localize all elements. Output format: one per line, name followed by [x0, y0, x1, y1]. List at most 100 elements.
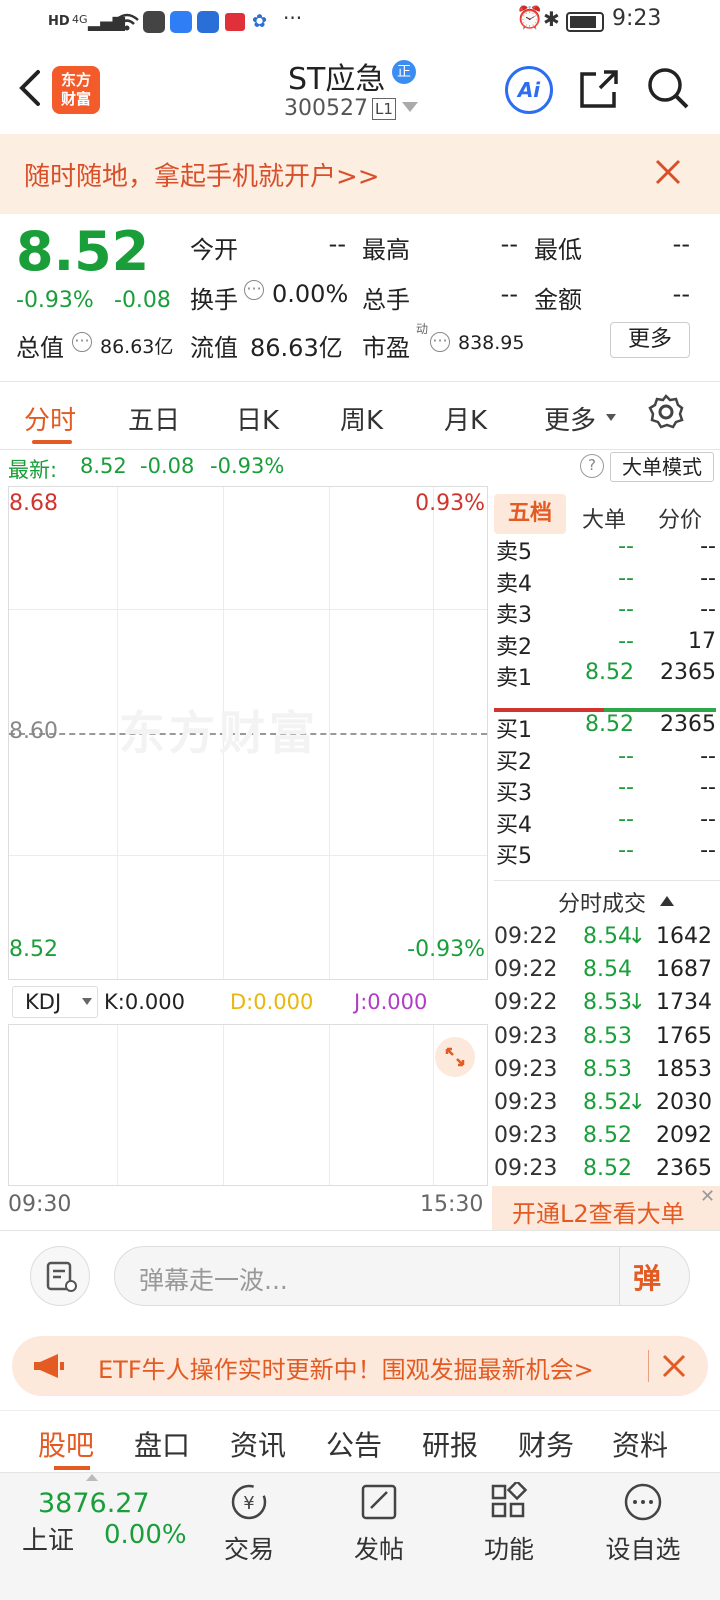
trade-row: 09:23 8.52 ↓ 2030	[494, 1090, 716, 1122]
kdj-k: K:0.000	[104, 990, 185, 1014]
tab-financials[interactable]: 财务	[518, 1424, 574, 1464]
banner-text[interactable]: 随时随地，拿起手机就开户>>	[24, 156, 380, 193]
open-account-banner[interactable]: 随时随地，拿起手机就开户>>	[0, 134, 720, 214]
tab-five-day[interactable]: 五日	[128, 400, 180, 437]
kdj-chart[interactable]	[8, 1024, 488, 1186]
l2-banner[interactable]: 开通L2查看大单 ✕	[492, 1186, 720, 1230]
battery-icon	[566, 12, 604, 32]
ask-label: 卖4	[496, 571, 532, 597]
promo-banner[interactable]: ETF牛人操作实时更新中！围观发掘最新机会>	[12, 1336, 708, 1396]
tab-profile[interactable]: 资料	[612, 1424, 668, 1464]
active-tab-indicator	[32, 440, 72, 444]
more-circle-icon	[624, 1483, 662, 1521]
level-dropdown-icon[interactable]	[402, 102, 418, 112]
add-watchlist-label[interactable]: 设自选	[598, 1530, 688, 1566]
ask-row: 卖1 8.52 2365	[496, 660, 716, 691]
back-icon[interactable]	[14, 68, 44, 108]
trade-row: 09:22 8.53 ↓ 1734	[494, 990, 716, 1022]
index-value[interactable]: 3876.27	[38, 1488, 150, 1519]
alarm-icon: ⏰	[516, 6, 544, 31]
post-label[interactable]: 发帖	[344, 1530, 414, 1566]
bid-volume: --	[700, 743, 716, 769]
trade-time: 09:23	[494, 1056, 558, 1082]
trade-arrow: ↓	[627, 924, 646, 949]
pe-dynamic-mark: 动	[416, 322, 429, 336]
trade-volume: 1765	[656, 1023, 712, 1049]
trade-row: 09:23 8.53 1765	[494, 1024, 716, 1056]
index-percent[interactable]: 0.00%	[104, 1520, 187, 1550]
functions-label[interactable]: 功能	[474, 1530, 544, 1566]
expand-icon[interactable]	[435, 1037, 475, 1077]
tab-week-k[interactable]: 周K	[340, 400, 383, 437]
time-axis-start: 09:30	[8, 1192, 72, 1217]
close-icon[interactable]: ✕	[700, 1186, 715, 1207]
tab-news[interactable]: 资讯	[230, 1424, 286, 1464]
megaphone-icon	[34, 1354, 64, 1378]
trade-button[interactable]: ¥ 交易	[214, 1482, 284, 1566]
chevron-up-icon[interactable]	[86, 1474, 98, 1481]
trade-label[interactable]: 交易	[214, 1530, 284, 1566]
trade-price: 8.52	[583, 1090, 632, 1115]
l2-text[interactable]: 开通L2查看大单	[512, 1194, 685, 1229]
level-badge[interactable]: L1	[372, 98, 396, 120]
danmu-send-button[interactable]: 弹	[633, 1257, 661, 1297]
volume-label: 总手	[362, 286, 410, 314]
intraday-chart[interactable]: 东方财富 8.68 8.60 8.52 0.93% -0.93%	[8, 486, 488, 980]
post-button[interactable]: 发帖	[344, 1482, 414, 1566]
functions-button[interactable]: 功能	[474, 1479, 544, 1566]
y-axis-bottom: 8.52	[9, 937, 58, 962]
close-icon[interactable]	[662, 1354, 686, 1378]
ask-volume: 17	[688, 628, 716, 654]
tab-announcements[interactable]: 公告	[326, 1424, 382, 1464]
open-label: 今开	[190, 236, 238, 264]
add-watchlist-button[interactable]: 设自选	[598, 1482, 688, 1566]
bid-row: 买5 -- --	[496, 838, 716, 869]
tab-intraday[interactable]: 分时	[24, 400, 76, 437]
tab-research[interactable]: 研报	[422, 1424, 478, 1464]
help-icon[interactable]: ?	[580, 454, 604, 478]
chevron-down-icon[interactable]	[82, 998, 92, 1005]
danmu-placeholder[interactable]: 弹幕走一波...	[139, 1261, 288, 1297]
wifi-icon	[115, 13, 139, 31]
ask-price: 8.52	[585, 660, 634, 685]
danmu-input[interactable]: 弹幕走一波... 弹	[114, 1246, 690, 1306]
latest-bar: 最新: 8.52 -0.08 -0.93% ? 大单模式	[0, 450, 720, 484]
low-value: --	[672, 230, 690, 258]
index-name[interactable]: 上证	[22, 1520, 74, 1557]
tab-month-k[interactable]: 月K	[444, 400, 487, 437]
tab-forum[interactable]: 股吧	[38, 1424, 94, 1464]
chevron-down-icon[interactable]	[606, 414, 616, 421]
trade-price: 8.53	[583, 990, 632, 1016]
more-button[interactable]: 更多	[610, 322, 690, 358]
tab-price-distribution[interactable]: 分价	[658, 502, 702, 534]
ask-volume: --	[700, 565, 716, 591]
trade-time: 09:23	[494, 1023, 558, 1049]
trade-price: 8.54	[583, 924, 632, 949]
ask-volume: 2365	[660, 660, 716, 685]
chevron-up-icon[interactable]	[660, 896, 674, 906]
tab-orderbook[interactable]: 盘口	[134, 1424, 190, 1464]
mcap-label: 总值	[16, 334, 64, 362]
tab-five-levels[interactable]: 五档	[494, 494, 566, 534]
tab-more[interactable]: 更多	[544, 400, 596, 437]
ask-label: 卖5	[496, 540, 532, 565]
ai-assistant-icon[interactable]: Ai	[505, 66, 553, 114]
trade-time: 09:22	[494, 957, 558, 983]
big-order-mode-button[interactable]: 大单模式	[610, 452, 714, 482]
tab-day-k[interactable]: 日K	[236, 400, 279, 437]
time-axis-end: 15:30	[420, 1192, 484, 1217]
tab-big-orders[interactable]: 大单	[582, 502, 626, 534]
app-logo[interactable]: 东方 财富	[52, 66, 100, 114]
float-value: 86.63亿	[250, 334, 343, 362]
trades-title[interactable]: 分时成交	[558, 886, 646, 918]
promo-text[interactable]: ETF牛人操作实时更新中！围观发掘最新机会>	[98, 1350, 594, 1385]
close-icon[interactable]	[654, 158, 682, 186]
search-icon[interactable]	[646, 66, 690, 110]
danmu-settings-icon[interactable]	[30, 1246, 90, 1306]
ask-price: --	[618, 565, 634, 591]
info-icon[interactable]: ···	[72, 332, 92, 352]
share-icon[interactable]	[578, 68, 620, 110]
info-icon[interactable]: ···	[244, 280, 264, 300]
settings-icon[interactable]	[648, 394, 684, 430]
info-icon[interactable]: ···	[430, 332, 450, 352]
